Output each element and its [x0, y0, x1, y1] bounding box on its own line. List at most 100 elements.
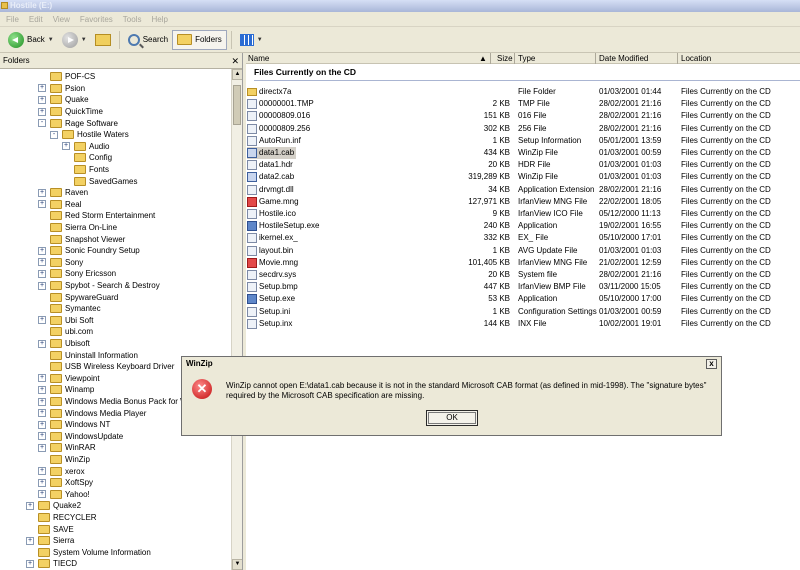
file-name-cell[interactable]: directx7a — [247, 86, 293, 98]
file-row[interactable]: Setup.inx 144 KB INX File 10/02/2001 19:01 F… — [246, 318, 800, 330]
expand-icon[interactable]: + — [38, 420, 46, 429]
expand-icon[interactable]: + — [38, 385, 46, 394]
column-divider[interactable] — [677, 53, 678, 64]
tree-item[interactable]: SAVE — [26, 523, 74, 535]
file-name-cell[interactable]: Movie.mng — [247, 257, 300, 269]
tree-item[interactable]: POF-CS — [38, 71, 95, 83]
menu-file[interactable]: File — [6, 15, 19, 24]
tree-item[interactable]: Symantec — [38, 303, 101, 315]
tree-item[interactable]: + Windows Media Player — [38, 407, 146, 419]
file-row[interactable]: Movie.mng 101,405 KB IrfanView MNG File 21/… — [246, 257, 800, 269]
file-row[interactable]: Game.mng 127,971 KB IrfanView MNG File 22/0… — [246, 196, 800, 208]
tree-item[interactable]: + WinRAR — [38, 442, 96, 454]
tree-item[interactable]: SavedGames — [62, 175, 137, 187]
file-name-cell[interactable]: layout.bin — [247, 245, 295, 257]
expand-icon[interactable]: + — [38, 95, 46, 104]
tree-item[interactable]: WinZip — [38, 454, 90, 466]
tree-item[interactable]: + Sonic Foundry Setup — [38, 245, 140, 257]
scroll-thumb[interactable] — [233, 85, 241, 125]
forward-dropdown-icon[interactable]: ▼ — [81, 37, 87, 43]
expand-icon[interactable]: + — [38, 409, 46, 418]
menu-favorites[interactable]: Favorites — [80, 15, 113, 24]
file-name-cell[interactable]: data2.cab — [247, 171, 296, 183]
file-name-cell[interactable]: 00000809.016 — [247, 110, 312, 122]
collapse-icon[interactable]: - — [50, 130, 58, 139]
scroll-up-icon[interactable]: ▲ — [232, 69, 242, 80]
tree-item[interactable]: + XoftSpy — [38, 477, 93, 489]
expand-icon[interactable]: + — [38, 339, 46, 348]
file-row[interactable]: 00000001.TMP 2 KB TMP File 28/02/2001 21:16… — [246, 98, 800, 110]
file-row[interactable]: layout.bin 1 KB AVG Update File 01/03/2001 … — [246, 245, 800, 257]
tree-item[interactable]: Fonts — [62, 164, 109, 176]
tree-item[interactable]: Red Storm Entertainment — [38, 210, 155, 222]
scroll-down-icon[interactable]: ▼ — [232, 559, 242, 570]
expand-icon[interactable]: + — [38, 467, 46, 476]
expand-icon[interactable]: + — [38, 397, 46, 406]
file-row[interactable]: directx7a File Folder 01/03/2001 01:44 File… — [246, 86, 800, 98]
tree-item[interactable]: + Winamp — [38, 384, 94, 396]
column-header-date[interactable]: Date Modified — [599, 54, 648, 63]
tree-item[interactable]: + xerox — [38, 465, 85, 477]
menu-help[interactable]: Help — [151, 15, 167, 24]
expand-icon[interactable]: + — [38, 374, 46, 383]
tree-item[interactable]: + Windows Media Bonus Pack for Wi — [38, 396, 190, 408]
views-button[interactable]: ▼ — [236, 30, 267, 50]
tree-item[interactable]: + Raven — [38, 187, 88, 199]
expand-icon[interactable]: + — [38, 478, 46, 487]
tree-item[interactable]: Config — [62, 152, 112, 164]
tree-item[interactable]: + Ubisoft — [38, 338, 90, 350]
column-divider[interactable] — [490, 53, 491, 64]
dialog-close-button[interactable]: x — [706, 359, 717, 369]
file-name-cell[interactable]: data1.hdr — [247, 159, 295, 171]
file-row[interactable]: ikernel.ex_ 332 KB EX_ File 05/10/2000 17:0… — [246, 232, 800, 244]
tree-item[interactable]: System Volume Information — [26, 547, 151, 559]
column-divider[interactable] — [514, 53, 515, 64]
close-icon[interactable]: ✕ — [231, 53, 239, 69]
tree-item[interactable]: + Ubi Soft — [38, 315, 93, 327]
file-name-cell[interactable]: AutoRun.inf — [247, 135, 303, 147]
tree-item[interactable]: USB Wireless Keyboard Driver — [38, 361, 174, 373]
file-row[interactable]: HostileSetup.exe 240 KB Application 19/02/2… — [246, 220, 800, 232]
column-header-size[interactable]: Size — [497, 54, 513, 63]
file-row[interactable]: Setup.bmp 447 KB IrfanView BMP File 03/11/2… — [246, 281, 800, 293]
file-name-cell[interactable]: Setup.inx — [247, 318, 294, 330]
file-name-cell[interactable]: Game.mng — [247, 196, 301, 208]
tree-item[interactable]: + Audio — [62, 141, 109, 153]
file-name-cell[interactable]: 00000001.TMP — [247, 98, 316, 110]
column-header-type[interactable]: Type — [518, 54, 535, 63]
expand-icon[interactable]: + — [26, 536, 34, 545]
expand-icon[interactable]: + — [38, 490, 46, 499]
file-name-cell[interactable]: secdrv.sys — [247, 269, 298, 281]
file-name-cell[interactable]: data1.cab — [247, 147, 297, 159]
tree-item[interactable]: Snapshot Viewer — [38, 233, 125, 245]
tree-item[interactable]: + Sony Ericsson — [38, 268, 116, 280]
expand-icon[interactable]: + — [38, 258, 46, 267]
menu-tools[interactable]: Tools — [123, 15, 142, 24]
file-row[interactable]: data1.hdr 20 KB HDR File 01/03/2001 01:03 Fi… — [246, 159, 800, 171]
forward-button[interactable]: ▼ — [58, 30, 91, 50]
file-name-cell[interactable]: Setup.ini — [247, 306, 292, 318]
tree-item[interactable]: + Windows NT — [38, 419, 110, 431]
tree-item[interactable]: ubi.com — [38, 326, 93, 338]
tree-item[interactable]: Sierra On-Line — [38, 222, 117, 234]
expand-icon[interactable]: + — [38, 188, 46, 197]
collapse-icon[interactable]: - — [38, 119, 46, 128]
tree-item[interactable]: + Quake — [38, 94, 89, 106]
file-row[interactable]: data2.cab 319,289 KB WinZip File 01/03/2001… — [246, 171, 800, 183]
tree-item[interactable]: Uninstall Information — [38, 349, 138, 361]
tree-item[interactable]: + QuickTime — [38, 106, 103, 118]
tree-item[interactable]: + Viewpoint — [38, 373, 100, 385]
file-name-cell[interactable]: ikernel.ex_ — [247, 232, 300, 244]
file-row[interactable]: 00000809.016 151 KB 016 File 28/02/2001 21:… — [246, 110, 800, 122]
up-folder-button[interactable] — [91, 30, 115, 50]
folders-button[interactable]: Folders — [172, 29, 227, 50]
tree-item[interactable]: + Spybot - Search & Destroy — [38, 280, 160, 292]
back-button[interactable]: Back ▼ — [4, 30, 58, 50]
search-button[interactable]: Search — [124, 30, 172, 50]
tree-item[interactable]: - Rage Software — [38, 117, 118, 129]
expand-icon[interactable]: + — [38, 107, 46, 116]
back-dropdown-icon[interactable]: ▼ — [48, 37, 54, 43]
expand-icon[interactable]: + — [38, 200, 46, 209]
expand-icon[interactable]: + — [26, 501, 34, 510]
file-name-cell[interactable]: HostileSetup.exe — [247, 220, 321, 232]
